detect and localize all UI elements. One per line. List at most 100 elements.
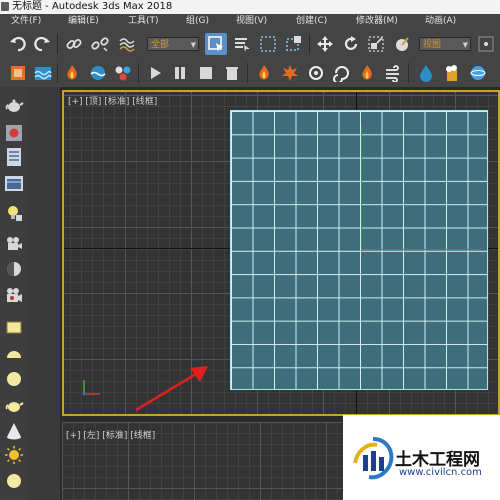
annotation-arrow	[135, 366, 208, 412]
hemisphere-primitive-button[interactable]	[3, 344, 25, 364]
menu-file[interactable]: 文件(F)	[11, 14, 41, 29]
container-button[interactable]	[8, 63, 28, 83]
link-button[interactable]	[64, 34, 84, 54]
smoke-tool-button[interactable]	[306, 63, 326, 83]
fire-effect-button[interactable]	[62, 63, 82, 83]
cone-primitive-button[interactable]	[3, 421, 25, 441]
rotate-button[interactable]	[341, 34, 361, 54]
fluid-button[interactable]	[88, 63, 108, 83]
rect-selection-icon	[260, 36, 276, 52]
selection-filter-dropdown[interactable]: 全部 ▼	[147, 37, 199, 51]
watermark-logo	[353, 437, 394, 480]
menu-views[interactable]: 视图(V)	[236, 14, 267, 29]
link-icon	[66, 39, 82, 49]
liquid-tool-button[interactable]	[416, 63, 436, 83]
camera-button[interactable]	[3, 233, 25, 253]
light-button[interactable]	[3, 203, 25, 223]
explosion-icon	[282, 65, 298, 81]
vortex-tool-button[interactable]	[332, 63, 352, 83]
rectangular-selection-button[interactable]	[258, 34, 278, 54]
reference-coord-value: 视图	[423, 40, 442, 50]
plane-object[interactable]	[230, 110, 488, 390]
render-setup-button[interactable]	[3, 147, 25, 167]
plane-primitive-button[interactable]	[3, 317, 25, 337]
placement-button[interactable]	[392, 34, 412, 54]
watermark: 土木工程网 www.civilcn.com	[343, 415, 500, 500]
menu-group[interactable]: 组(G)	[186, 14, 209, 29]
flame-tool-button[interactable]	[254, 63, 274, 83]
window-crossing-icon	[286, 36, 301, 51]
camera-icon	[7, 237, 22, 250]
reference-coord-dropdown[interactable]: 视图 ▼	[419, 37, 471, 51]
pivot-center-button[interactable]	[476, 34, 496, 54]
title-bar: 无标题 - Autodesk 3ds Max 2018	[0, 0, 500, 14]
window-crossing-button[interactable]	[284, 34, 304, 54]
menu-tools[interactable]: 工具(T)	[128, 14, 159, 29]
water-icon	[34, 67, 52, 80]
shading-button[interactable]	[3, 259, 25, 279]
material-editor-button[interactable]	[3, 123, 25, 143]
vortex-icon	[333, 66, 349, 82]
select-object-button[interactable]	[205, 33, 227, 55]
watermark-url: www.civilcn.com	[399, 467, 482, 478]
pivot-axis-y	[361, 124, 362, 250]
unlink-icon	[91, 37, 109, 52]
menu-modifiers[interactable]: 修改器(M)	[356, 14, 398, 29]
play-icon	[151, 67, 161, 79]
move-icon	[317, 36, 333, 52]
wind-tool-button[interactable]	[383, 63, 403, 83]
sun-light-button[interactable]	[3, 445, 25, 465]
menu-animation[interactable]: 动画(A)	[425, 14, 456, 29]
fire-source-button[interactable]	[357, 63, 377, 83]
render-frame-button[interactable]	[3, 173, 25, 193]
pivot-axis-x	[361, 249, 481, 250]
render-setup-icon	[7, 148, 21, 166]
render-frame-icon	[5, 176, 23, 191]
unlink-button[interactable]	[90, 34, 110, 54]
particle-button[interactable]	[113, 63, 133, 83]
delete-button[interactable]	[222, 63, 242, 83]
viewport-label[interactable]: [+] [左] [标准] [线框]	[66, 428, 155, 441]
teapot-button[interactable]	[3, 95, 25, 115]
shading-sphere-icon	[7, 262, 21, 276]
sphere-primitive-icon	[7, 372, 21, 386]
fluid-icon	[90, 66, 106, 80]
teapot-icon	[5, 99, 24, 112]
redo-button[interactable]	[32, 34, 52, 54]
axis-tripod-icon	[82, 380, 100, 396]
app-icon[interactable]	[1, 2, 9, 11]
main-toolbar: 全部 ▼ 视图 ▼	[0, 29, 500, 60]
undo-button[interactable]	[8, 34, 28, 54]
cone-icon	[7, 423, 21, 440]
hemisphere-icon	[7, 351, 21, 358]
fire-source-icon	[362, 65, 372, 80]
scene-explorer-button[interactable]	[33, 63, 53, 83]
menu-create[interactable]: 创建(C)	[296, 14, 327, 29]
top-viewport[interactable]: [+] [顶] [标准] [线框]	[62, 90, 500, 416]
chevron-down-icon: ▼	[190, 41, 196, 49]
pause-button[interactable]	[170, 63, 190, 83]
container-icon	[11, 66, 25, 80]
teapot-primitive-button[interactable]	[3, 395, 25, 415]
flame-icon	[259, 65, 269, 80]
foam-tool-button[interactable]	[442, 63, 462, 83]
rotate-icon	[344, 36, 358, 50]
chevron-down-icon: ▼	[462, 41, 468, 49]
viewport-label[interactable]: [+] [顶] [标准] [线框]	[68, 94, 157, 107]
video-camera-button[interactable]	[3, 285, 25, 305]
bind-space-warp-button[interactable]	[117, 34, 137, 54]
redo-icon	[34, 36, 50, 52]
stop-button[interactable]	[196, 63, 216, 83]
select-by-name-button[interactable]	[232, 34, 252, 54]
particles-icon	[115, 66, 131, 81]
scale-button[interactable]	[366, 34, 386, 54]
explosion-tool-button[interactable]	[280, 63, 300, 83]
sky-sphere-icon	[7, 474, 21, 488]
video-camera-icon	[7, 288, 22, 302]
sphere-tool-button[interactable]	[468, 63, 488, 83]
sphere-light-button[interactable]	[3, 471, 25, 491]
menu-edit[interactable]: 编辑(E)	[68, 14, 99, 29]
move-button[interactable]	[315, 34, 335, 54]
sphere-primitive-button[interactable]	[3, 369, 25, 389]
play-button[interactable]	[145, 63, 165, 83]
